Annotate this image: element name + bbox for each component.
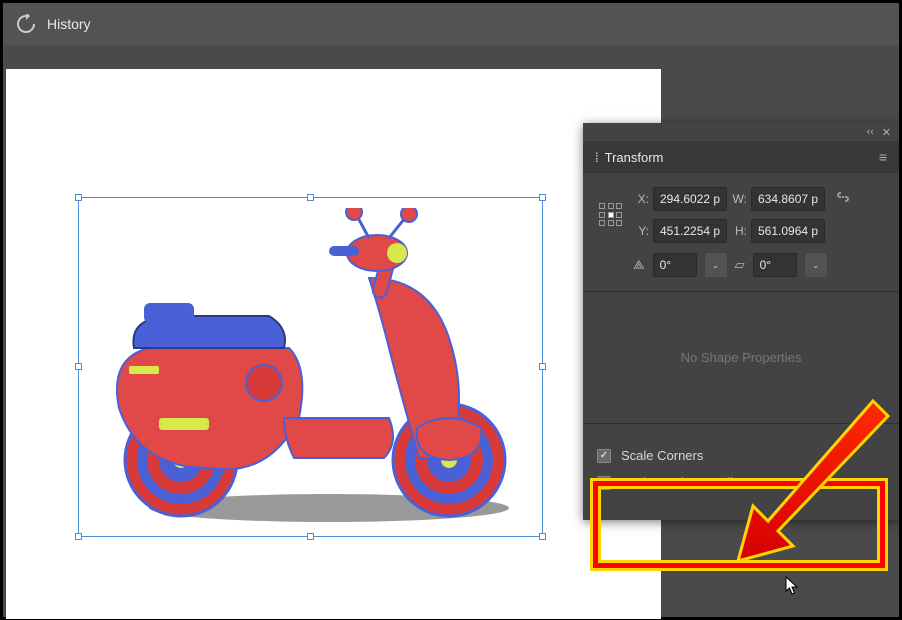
w-label: W: — [731, 192, 747, 206]
no-shape-properties-text: No Shape Properties — [597, 306, 885, 409]
resize-handle[interactable] — [75, 194, 82, 201]
divider — [583, 291, 899, 292]
resize-handle[interactable] — [539, 363, 546, 370]
resize-handle[interactable] — [539, 533, 546, 540]
w-input[interactable] — [751, 187, 825, 211]
resize-handle[interactable] — [307, 194, 314, 201]
panel-title: Transform — [605, 150, 664, 165]
h-input[interactable] — [751, 219, 825, 243]
rotate-icon: ⟁ — [633, 257, 645, 273]
panel-menu-icon[interactable]: ≡ — [879, 149, 887, 165]
scale-strokes-label: Scale Strokes & Effects — [621, 475, 757, 490]
collapse-icon[interactable]: ‹‹ — [866, 126, 873, 138]
history-icon — [15, 13, 37, 35]
top-tab-bar: History — [3, 3, 899, 45]
divider — [583, 423, 899, 424]
resize-handle[interactable] — [539, 194, 546, 201]
constrain-proportions-icon[interactable] — [835, 189, 851, 210]
panel-controls: ‹‹ ✕ — [583, 123, 899, 141]
x-label: X: — [633, 192, 649, 206]
resize-handle[interactable] — [75, 363, 82, 370]
x-input[interactable] — [653, 187, 727, 211]
resize-handle[interactable] — [75, 533, 82, 540]
rotate-input[interactable]: 0° — [653, 253, 697, 277]
reference-point-selector[interactable] — [597, 201, 625, 229]
scale-corners-label: Scale Corners — [621, 448, 703, 463]
history-tab[interactable]: History — [15, 13, 91, 35]
scale-strokes-checkbox[interactable]: ✓ — [597, 476, 611, 490]
resize-handle[interactable] — [307, 533, 314, 540]
y-label: Y: — [633, 224, 649, 238]
close-icon[interactable]: ✕ — [882, 126, 891, 139]
selection-bounding-box[interactable] — [78, 197, 543, 537]
y-input[interactable] — [653, 219, 727, 243]
scale-corners-row[interactable]: ✓ Scale Corners — [597, 442, 885, 469]
scale-strokes-row[interactable]: ✓ Scale Strokes & Effects — [597, 469, 885, 496]
transform-panel: ‹‹ ✕ ⁞ Transform ≡ X: W: — [583, 123, 899, 520]
shear-icon: ▱ — [735, 257, 745, 273]
shear-dropdown[interactable]: ⌄ — [805, 253, 827, 277]
history-tab-label: History — [47, 16, 91, 32]
panel-grip-icon: ⁞ — [595, 150, 599, 165]
scooter-artwork[interactable] — [89, 208, 534, 528]
artboard[interactable] — [6, 69, 661, 619]
panel-header[interactable]: ⁞ Transform ≡ — [583, 141, 899, 173]
h-label: H: — [731, 224, 747, 238]
shear-input[interactable]: 0° — [753, 253, 797, 277]
rotate-dropdown[interactable]: ⌄ — [705, 253, 727, 277]
scale-corners-checkbox[interactable]: ✓ — [597, 449, 611, 463]
